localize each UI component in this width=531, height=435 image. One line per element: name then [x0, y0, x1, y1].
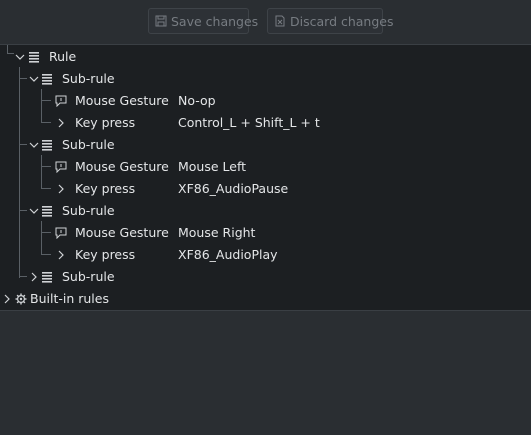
tree-row-rule[interactable]: Rule	[0, 46, 531, 68]
gesture-icon	[55, 161, 67, 173]
discard-icon	[274, 15, 286, 27]
tree-row-mouse-gesture[interactable]: Mouse Gesture Mouse Right	[0, 222, 531, 244]
condition-value: Mouse Right	[178, 225, 256, 240]
tree-guide	[19, 276, 27, 277]
tree-guide	[19, 210, 27, 211]
tree-row-subrule[interactable]: Sub-rule	[0, 68, 531, 90]
tree-guide	[41, 254, 51, 255]
subrule-label: Sub-rule	[62, 71, 115, 86]
chevron-down-icon[interactable]	[28, 73, 40, 85]
tree-row-builtin-rules[interactable]: Built-in rules	[0, 288, 531, 310]
condition-type-label: Mouse Gesture	[75, 225, 169, 240]
action-value: XF86_AudioPause	[178, 181, 289, 196]
condition-value: Mouse Left	[178, 159, 247, 174]
subrule-label: Sub-rule	[62, 269, 115, 284]
chevron-right-icon	[55, 117, 67, 129]
details-panel	[0, 310, 531, 435]
discard-changes-label: Discard changes	[290, 13, 394, 29]
condition-type-label: Mouse Gesture	[75, 93, 169, 108]
gesture-icon	[55, 227, 67, 239]
subrule-label: Sub-rule	[62, 137, 115, 152]
tree-row-key-press[interactable]: Key press Control_L + Shift_L + t	[0, 112, 531, 134]
chevron-down-icon[interactable]	[14, 51, 26, 63]
tree-row-subrule[interactable]: Sub-rule	[0, 134, 531, 156]
tree-guide	[41, 188, 51, 189]
gesture-icon	[55, 95, 67, 107]
action-value: Control_L + Shift_L + t	[178, 115, 320, 130]
chevron-right-icon	[55, 249, 67, 261]
chevron-down-icon[interactable]	[28, 139, 40, 151]
list-icon	[41, 205, 53, 217]
tree-guide	[41, 122, 51, 123]
tree-guide	[41, 166, 51, 167]
tree-guide	[41, 232, 51, 233]
subrule-label: Sub-rule	[62, 203, 115, 218]
builtin-rules-label: Built-in rules	[30, 291, 109, 306]
chevron-right-icon[interactable]	[1, 293, 13, 305]
gear-icon	[15, 293, 27, 305]
action-type-label: Key press	[75, 247, 136, 262]
list-icon	[28, 51, 40, 63]
tree-guide	[19, 78, 27, 79]
action-value: XF86_AudioPlay	[178, 247, 278, 262]
tree-row-key-press[interactable]: Key press XF86_AudioPlay	[0, 244, 531, 266]
save-changes-label: Save changes	[171, 13, 259, 29]
toolbar: Save changes Discard changes	[0, 0, 531, 44]
condition-type-label: Mouse Gesture	[75, 159, 169, 174]
tree-row-subrule[interactable]: Sub-rule	[0, 200, 531, 222]
tree-row-mouse-gesture[interactable]: Mouse Gesture No-op	[0, 90, 531, 112]
chevron-down-icon[interactable]	[28, 205, 40, 217]
chevron-right-icon	[55, 183, 67, 195]
list-icon	[41, 139, 53, 151]
tree-row-subrule[interactable]: Sub-rule	[0, 266, 531, 288]
action-type-label: Key press	[75, 181, 136, 196]
save-icon	[155, 15, 167, 27]
rules-tree[interactable]: Rule Sub-rule Mouse Gesture No-op Key pr…	[0, 44, 531, 311]
list-icon	[41, 73, 53, 85]
chevron-right-icon[interactable]	[28, 271, 40, 283]
discard-changes-button[interactable]: Discard changes	[267, 8, 394, 34]
rule-label: Rule	[49, 49, 77, 64]
tree-guide	[41, 100, 51, 101]
save-changes-button[interactable]: Save changes	[148, 8, 258, 34]
condition-value: No-op	[178, 93, 216, 108]
tree-row-mouse-gesture[interactable]: Mouse Gesture Mouse Left	[0, 156, 531, 178]
tree-row-key-press[interactable]: Key press XF86_AudioPause	[0, 178, 531, 200]
action-type-label: Key press	[75, 115, 136, 130]
tree-guide	[19, 144, 27, 145]
list-icon	[41, 271, 53, 283]
